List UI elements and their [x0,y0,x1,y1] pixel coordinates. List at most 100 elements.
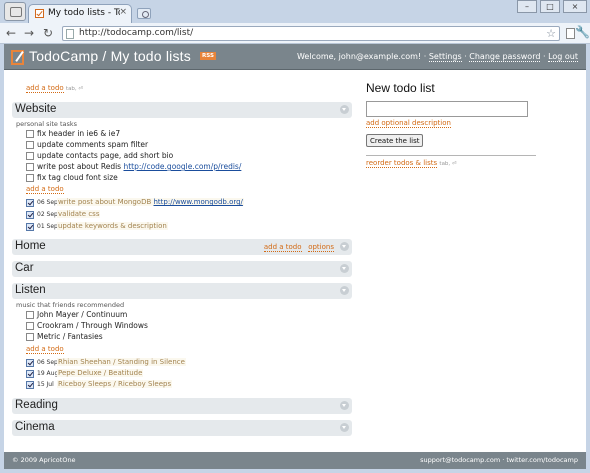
tab-close-icon[interactable]: × [119,7,127,17]
reload-icon[interactable]: ↻ [43,26,53,40]
separator: · [540,52,549,61]
list-header-home[interactable]: Home add a todo options [12,239,352,255]
user-bar: Welcome, john@example.com! · Settings · … [296,52,578,62]
collapse-icon[interactable] [340,423,349,432]
list-header-website[interactable]: Website [12,102,352,118]
add-todo-link[interactable]: add a todo [26,185,64,194]
site-footer: © 2009 ApricotOne support@todocamp.com ·… [4,452,586,469]
todo-checkbox[interactable] [26,311,34,319]
todo-checkbox[interactable] [26,322,34,330]
collapse-icon[interactable] [340,401,349,410]
todo-checkbox[interactable] [26,141,34,149]
collapse-icon[interactable] [340,242,349,251]
todo-text[interactable]: update contacts page, add short bio [37,151,173,160]
done-checkbox[interactable] [26,370,34,378]
todo-link[interactable]: http://code.google.com/p/redis/ [123,162,241,171]
top-add-todo: add a todo tab, ⏎ [26,84,84,93]
forward-arrow-icon[interactable]: → [24,26,34,40]
change-password-link[interactable]: Change password [469,52,541,62]
todo-text[interactable]: Metric / Fantasies [37,332,103,341]
done-text[interactable]: Pepe Deluxe / Beatitude [57,369,144,377]
window-close-button[interactable]: × [563,0,587,13]
done-date: 01 Sep [37,223,58,230]
todo-checkbox[interactable] [26,152,34,160]
tab-title: My todo lists - TodoCa [48,8,120,18]
new-tab-button[interactable] [137,8,151,19]
list-header-car[interactable]: Car [12,261,352,277]
welcome-text: Welcome, john@example.com! [296,52,422,61]
address-bar[interactable]: http://todocamp.com/list/ ☆ [62,26,560,41]
browser-tab-active[interactable]: My todo lists - TodoCa × [28,4,132,23]
footer-links: support@todocamp.com · twitter.com/todoc… [420,456,578,464]
done-text[interactable]: update keywords & description [57,222,168,230]
divider [366,155,536,156]
done-text[interactable]: Rhian Sheehan / Standing in Silence [57,358,186,366]
twitter-link[interactable]: twitter.com/todocamp [506,456,578,464]
list-header-cinema[interactable]: Cinema [12,420,352,436]
collapse-icon[interactable] [340,264,349,273]
logout-link[interactable]: Log out [548,52,578,62]
add-todo-link[interactable]: add a todo [26,84,64,93]
support-email-link[interactable]: support@todocamp.com [420,456,500,464]
create-list-button[interactable]: Create the list [366,134,424,147]
list-header-listen[interactable]: Listen [12,283,352,299]
copyright: © 2009 ApricotOne [12,456,76,464]
done-checkbox[interactable] [26,381,34,389]
list-header-reading[interactable]: Reading [12,398,352,414]
list-title[interactable]: Website [15,103,56,115]
add-description-link[interactable]: add optional description [366,119,451,128]
list-title[interactable]: Cinema [15,421,55,433]
todo-text[interactable]: John Mayer / Continuum [37,310,127,319]
back-arrow-icon[interactable]: ← [6,26,16,40]
bookmark-star-icon[interactable]: ☆ [546,27,556,40]
done-date: 19 Aug [37,370,59,377]
settings-link[interactable]: Settings [428,52,462,62]
browser-app-icon[interactable] [4,2,26,21]
list-title[interactable]: Reading [15,399,58,411]
todo-text[interactable]: fix header in ie6 & ie7 [37,129,120,138]
site-header: TodoCamp / My todo lists RSS Welcome, jo… [4,44,586,70]
done-date: 02 Sep [37,211,58,218]
rss-badge[interactable]: RSS [200,52,216,60]
list-description: personal site tasks [16,120,78,128]
browser-tabbar: My todo lists - TodoCa × – □ × [0,0,590,23]
window-minimize-button[interactable]: – [517,0,537,13]
reorder-row: reorder todos & lists tab, ⏎ [366,159,457,168]
done-text[interactable]: Riceboy Sleeps / Riceboy Sleeps [57,380,173,388]
done-checkbox[interactable] [26,359,34,367]
list-description: music that friends recommended [16,301,125,309]
todo-checkbox[interactable] [26,174,34,182]
address-url[interactable]: http://todocamp.com/list/ [79,28,193,38]
page-menu-icon[interactable] [566,28,575,39]
page-icon [66,29,74,39]
reorder-link[interactable]: reorder todos & lists [366,159,438,168]
done-checkbox[interactable] [26,199,34,207]
add-todo-link[interactable]: add a todo [26,345,64,354]
done-checkbox[interactable] [26,223,34,231]
collapse-icon[interactable] [340,105,349,114]
todo-checkbox[interactable] [26,333,34,341]
window-maximize-button[interactable]: □ [540,0,560,13]
add-todo-link[interactable]: add a todo [263,243,302,252]
done-text[interactable]: validate css [57,210,101,218]
done-checkbox[interactable] [26,211,34,219]
done-text[interactable]: write post about MongoDB http://www.mong… [57,198,244,206]
todo-text[interactable]: write post about Redis http://code.googl… [37,162,241,171]
done-date: 15 Jul [37,381,54,388]
list-actions: add a todo options [263,243,334,252]
todocamp-favicon-icon [35,9,44,18]
todo-text[interactable]: update comments spam filter [37,140,148,149]
wrench-icon[interactable]: 🔧 [575,25,590,39]
list-title[interactable]: Home [15,240,46,252]
todo-checkbox[interactable] [26,130,34,138]
add-todo-hint: tab, ⏎ [65,86,84,92]
done-link[interactable]: http://www.mongodb.org/ [154,198,243,206]
todo-text[interactable]: Crookram / Through Windows [37,321,148,330]
todo-checkbox[interactable] [26,163,34,171]
new-list-name-input[interactable] [366,101,528,117]
list-title[interactable]: Listen [15,284,46,296]
collapse-icon[interactable] [340,286,349,295]
options-link[interactable]: options [308,243,334,252]
todo-text[interactable]: fix tag cloud font size [37,173,118,182]
list-title[interactable]: Car [15,262,34,274]
